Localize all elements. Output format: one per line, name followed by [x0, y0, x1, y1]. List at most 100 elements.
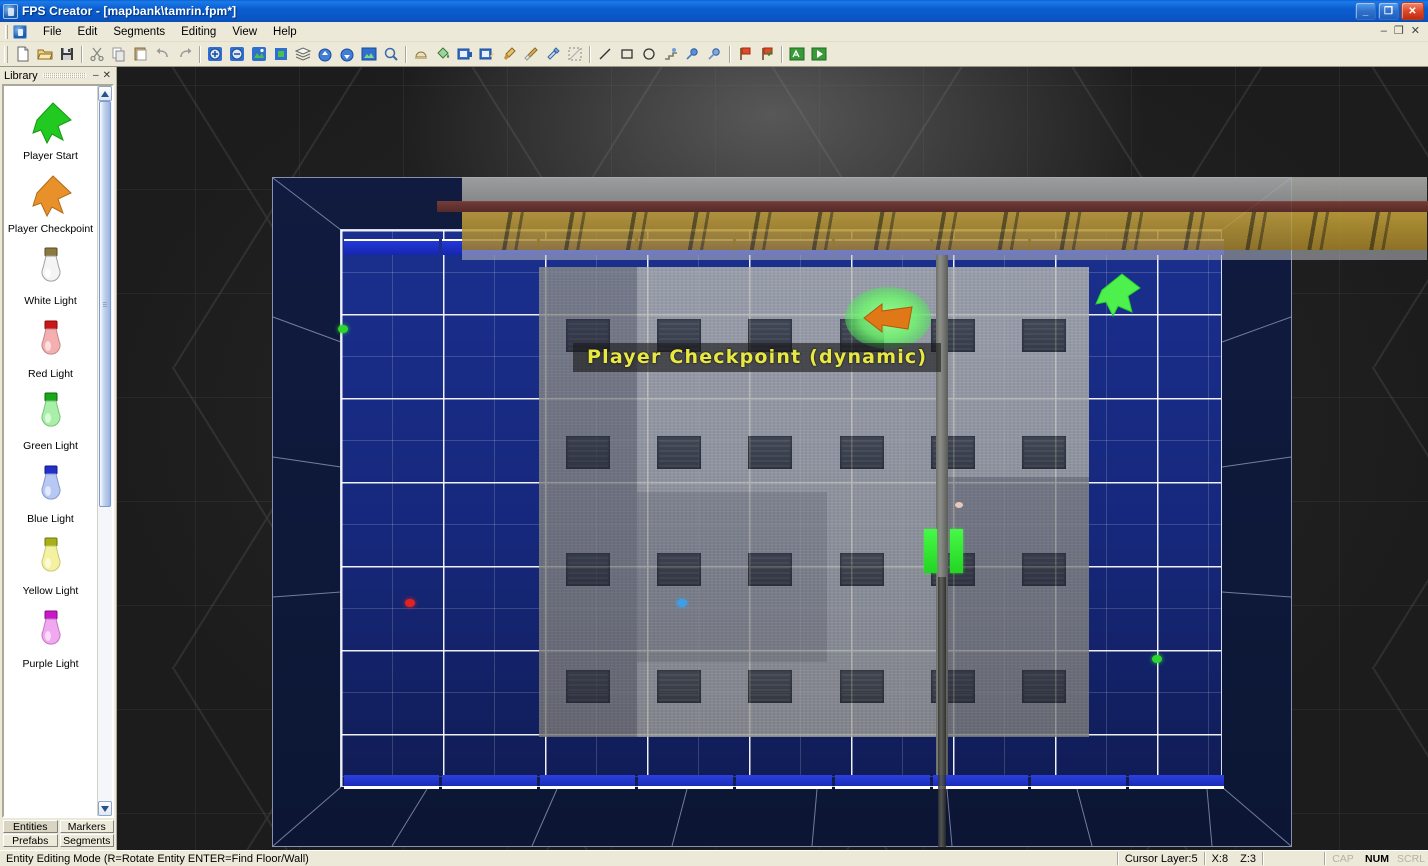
tab-entities[interactable]: Entities: [3, 820, 58, 833]
blue-light-marker[interactable]: [677, 599, 687, 607]
library-item-player-start[interactable]: Player Start: [4, 94, 97, 167]
scrollbar-track[interactable]: [98, 101, 112, 801]
save-disk-icon[interactable]: [56, 44, 78, 65]
toolbar-gripper[interactable]: [4, 45, 8, 63]
layer-down-icon[interactable]: [336, 44, 358, 65]
test-game-icon[interactable]: [808, 44, 830, 65]
library-item-player-checkpoint[interactable]: Player Checkpoint: [4, 167, 97, 240]
build-game-icon[interactable]: [786, 44, 808, 65]
marquee-select-icon[interactable]: [564, 44, 586, 65]
flag-red-icon[interactable]: [734, 44, 756, 65]
tab-prefabs[interactable]: Prefabs: [3, 834, 58, 847]
stairs-icon[interactable]: [660, 44, 682, 65]
add-room-icon[interactable]: [454, 44, 476, 65]
status-coord-x: X:8: [1211, 852, 1229, 865]
menu-item-segments[interactable]: Segments: [105, 24, 173, 40]
scrollbar-thumb[interactable]: [99, 101, 111, 507]
eyedropper-icon[interactable]: [542, 44, 564, 65]
mdi-restore-button[interactable]: ❐: [1394, 26, 1404, 37]
mdi-close-button[interactable]: ✕: [1411, 26, 1420, 37]
copy-icon[interactable]: [108, 44, 130, 65]
fit-view-icon[interactable]: [248, 44, 270, 65]
library-item-blue-light[interactable]: Blue Light: [4, 457, 97, 530]
zoom-out-icon[interactable]: [226, 44, 248, 65]
open-folder-icon[interactable]: [34, 44, 56, 65]
redo-arrow-icon[interactable]: [174, 44, 196, 65]
facade-shadow-left: [539, 267, 637, 737]
paste-icon[interactable]: [130, 44, 152, 65]
scroll-down-arrow-icon[interactable]: [98, 801, 112, 816]
library-pin-button[interactable]: –: [91, 70, 101, 81]
green-light-marker-right[interactable]: [1152, 655, 1162, 663]
red-light-marker[interactable]: [405, 599, 415, 607]
entity-alt-icon[interactable]: [704, 44, 726, 65]
misc-entity-marker[interactable]: [955, 502, 963, 508]
new-file-icon[interactable]: [12, 44, 34, 65]
library-item-white-light[interactable]: White Light: [4, 239, 97, 312]
menu-item-edit[interactable]: Edit: [70, 24, 106, 40]
library-tabs: Entities Markers Prefabs Segments: [0, 818, 116, 850]
green-light-marker-left[interactable]: [338, 325, 348, 333]
library-drag-dots[interactable]: [42, 73, 87, 78]
undo-arrow-icon[interactable]: [152, 44, 174, 65]
brush-alt-icon[interactable]: [520, 44, 542, 65]
mdi-minimize-button[interactable]: –: [1381, 26, 1387, 37]
layer-up-icon[interactable]: [314, 44, 336, 65]
status-coord-z: Z:3: [1240, 852, 1256, 865]
main-toolbar: [0, 42, 1428, 67]
blue-light-bulb-icon: [26, 460, 76, 512]
scroll-up-arrow-icon[interactable]: [98, 86, 112, 101]
fps-creator-window: FPS Creator - [mapbank\tamrin.fpm*] _ ❐ …: [0, 0, 1428, 866]
menu-item-view[interactable]: View: [224, 24, 265, 40]
library-item-green-light[interactable]: Green Light: [4, 384, 97, 457]
paint-bucket-icon[interactable]: [432, 44, 454, 65]
library-item-purple-light[interactable]: Purple Light: [4, 602, 97, 675]
rectangle-tool-icon[interactable]: [616, 44, 638, 65]
flag-check-icon[interactable]: [756, 44, 778, 65]
library-item-red-light[interactable]: Red Light: [4, 312, 97, 385]
player-checkpoint-arrow-icon: [26, 170, 76, 222]
player-start-entity[interactable]: [1092, 272, 1146, 321]
center-view-icon[interactable]: [270, 44, 292, 65]
status-caps-lock: CAP: [1332, 852, 1354, 865]
app-logo-icon: [3, 3, 18, 19]
door-marker-right[interactable]: [950, 529, 963, 573]
player-start-arrow-icon: [26, 97, 76, 149]
library-scrollbar[interactable]: [97, 86, 112, 816]
menu-item-file[interactable]: File: [35, 24, 70, 40]
paint-brush-icon[interactable]: [498, 44, 520, 65]
library-item-list[interactable]: Player Start Player Checkpoint White Lig…: [4, 86, 97, 816]
toolbar-separator-6: [781, 45, 783, 63]
library-item-label: Green Light: [23, 440, 78, 453]
player-checkpoint-entity[interactable]: [845, 287, 931, 349]
edit-room-icon[interactable]: [476, 44, 498, 65]
maximize-button[interactable]: ❐: [1378, 2, 1399, 20]
facade-shadow-right: [944, 477, 1089, 737]
menu-item-editing[interactable]: Editing: [173, 24, 224, 40]
ellipse-tool-icon[interactable]: [638, 44, 660, 65]
menu-item-help[interactable]: Help: [265, 24, 305, 40]
picture-icon[interactable]: [358, 44, 380, 65]
zoom-in-icon[interactable]: [204, 44, 226, 65]
magnifier-icon[interactable]: [380, 44, 402, 65]
line-tool-icon[interactable]: [594, 44, 616, 65]
minimize-button[interactable]: _: [1355, 2, 1376, 20]
layers-icon[interactable]: [292, 44, 314, 65]
library-close-button[interactable]: ✕: [101, 70, 113, 81]
close-button[interactable]: ✕: [1401, 2, 1424, 20]
toolbar-separator-2: [199, 45, 201, 63]
cut-scissors-icon[interactable]: [86, 44, 108, 65]
facade-roof-cap: [462, 177, 1427, 202]
light-dome-icon[interactable]: [410, 44, 432, 65]
library-item-label: Yellow Light: [22, 585, 79, 598]
map-viewport-3d[interactable]: Player Checkpoint (dynamic): [117, 67, 1428, 850]
toolbar-separator-5: [729, 45, 731, 63]
library-item-yellow-light[interactable]: Yellow Light: [4, 529, 97, 602]
door-marker-left[interactable]: [924, 529, 937, 573]
menu-app-icon: [13, 24, 27, 39]
window-title: FPS Creator - [mapbank\tamrin.fpm*]: [22, 4, 237, 18]
tab-markers[interactable]: Markers: [59, 820, 114, 833]
tab-segments[interactable]: Segments: [59, 834, 114, 847]
menu-gripper[interactable]: [5, 24, 8, 39]
entity-place-icon[interactable]: [682, 44, 704, 65]
